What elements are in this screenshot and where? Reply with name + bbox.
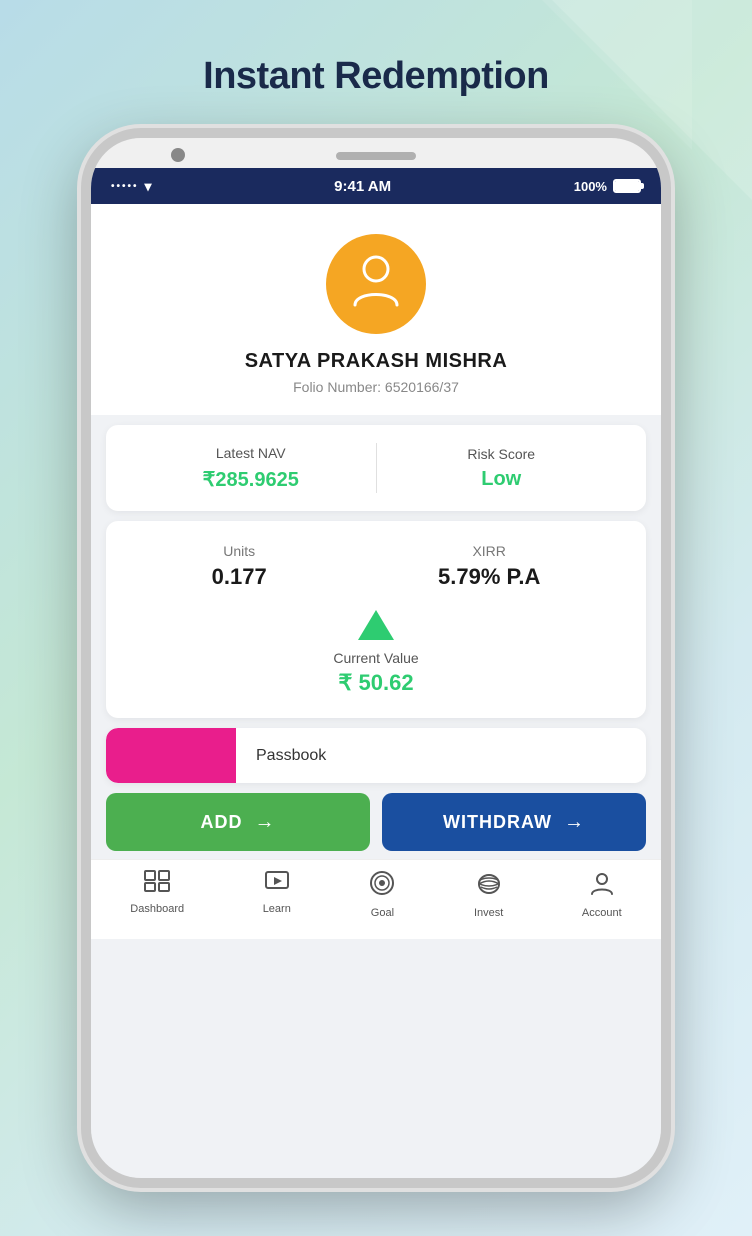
add-button-label: ADD — [201, 812, 243, 833]
folio-value: 6520166/37 — [385, 379, 459, 395]
user-name: SATYA PRAKASH MISHRA — [245, 350, 508, 373]
nav-item-learn[interactable]: Learn — [263, 870, 291, 915]
add-button[interactable]: ADD → — [106, 793, 370, 851]
nav-value: ₹285.9625 — [203, 467, 299, 492]
invest-nav-label: Invest — [474, 907, 503, 919]
signal-icon: ••••• — [111, 181, 139, 192]
folio-number: Folio Number: 6520166/37 — [293, 379, 459, 395]
risk-label: Risk Score — [467, 446, 535, 462]
status-time: 9:41 AM — [334, 178, 391, 195]
battery-percent: 100% — [574, 179, 607, 194]
phone-top-bar — [91, 138, 661, 168]
status-left: ••••• ▾ — [111, 178, 152, 195]
status-bar: ••••• ▾ 9:41 AM 100% — [91, 168, 661, 204]
learn-icon — [264, 870, 290, 899]
status-right: 100% — [574, 179, 641, 194]
nav-item-account[interactable]: Account — [582, 870, 622, 919]
battery-icon — [613, 179, 641, 193]
risk-stat: Risk Score Low — [377, 446, 627, 491]
xirr-item: XIRR 5.79% P.A — [438, 543, 540, 590]
wifi-icon: ▾ — [145, 178, 152, 195]
units-label: Units — [223, 543, 255, 559]
withdraw-button-label: WITHDRAW — [443, 812, 552, 833]
current-value-amount: ₹ 50.62 — [338, 670, 413, 696]
current-value-section: Current Value ₹ 50.62 — [126, 610, 626, 696]
nav-item-invest[interactable]: Invest — [474, 870, 503, 919]
nav-label: Latest NAV — [216, 445, 286, 461]
investment-row: Units 0.177 XIRR 5.79% P.A — [126, 543, 626, 590]
phone-frame: ••••• ▾ 9:41 AM 100% SATYA PRAKASH MISH — [81, 128, 671, 1188]
user-avatar-icon — [351, 253, 401, 316]
current-value-label: Current Value — [333, 650, 418, 666]
goal-nav-label: Goal — [371, 907, 394, 919]
xirr-label: XIRR — [472, 543, 505, 559]
folio-label: Folio Number: — [293, 379, 381, 395]
learn-nav-label: Learn — [263, 903, 291, 915]
withdraw-button[interactable]: WITHDRAW → — [382, 793, 646, 851]
bottom-nav: Dashboard Learn — [91, 859, 661, 939]
stats-card: Latest NAV ₹285.9625 Risk Score Low — [106, 425, 646, 511]
passbook-label: Passbook — [236, 747, 326, 765]
units-item: Units 0.177 — [212, 543, 267, 590]
app-content: SATYA PRAKASH MISHRA Folio Number: 65201… — [91, 204, 661, 1178]
add-arrow-icon: → — [255, 811, 276, 834]
profile-section: SATYA PRAKASH MISHRA Folio Number: 65201… — [91, 204, 661, 415]
withdraw-arrow-icon: → — [564, 811, 585, 834]
action-buttons: ADD → WITHDRAW → — [106, 793, 646, 851]
units-value: 0.177 — [212, 564, 267, 590]
nav-stat: Latest NAV ₹285.9625 — [126, 445, 376, 492]
investment-card: Units 0.177 XIRR 5.79% P.A Current Value… — [106, 521, 646, 718]
phone-camera — [171, 148, 185, 162]
phone-speaker — [336, 152, 416, 160]
nav-item-dashboard[interactable]: Dashboard — [130, 870, 184, 915]
battery-fill — [615, 181, 639, 191]
passbook-tab-indicator — [106, 728, 236, 783]
dashboard-icon — [144, 870, 170, 899]
page-title: Instant Redemption — [203, 55, 549, 98]
account-icon — [589, 870, 615, 903]
dashboard-nav-label: Dashboard — [130, 903, 184, 915]
passbook-area[interactable]: Passbook — [106, 728, 646, 783]
nav-item-goal[interactable]: Goal — [369, 870, 395, 919]
invest-icon — [476, 870, 502, 903]
account-nav-label: Account — [582, 907, 622, 919]
avatar — [326, 234, 426, 334]
risk-value: Low — [481, 468, 521, 491]
trend-up-icon — [358, 610, 394, 640]
xirr-value: 5.79% P.A — [438, 564, 540, 590]
goal-icon — [369, 870, 395, 903]
